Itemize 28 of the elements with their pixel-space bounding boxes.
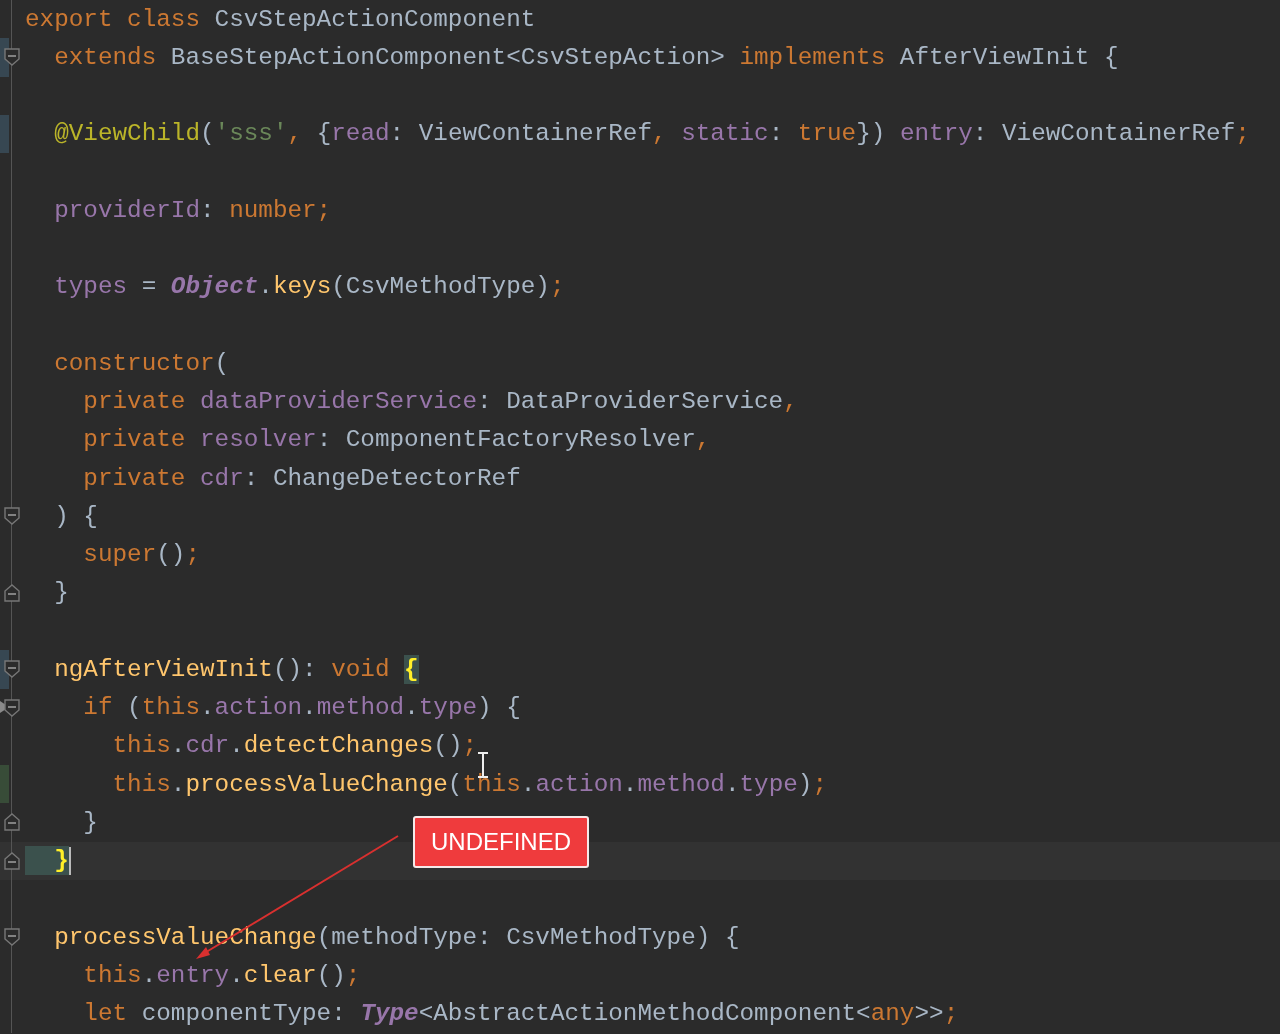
code-line: extends BaseStepActionComponent<CsvStepAction> implements AfterViewInit {	[53, 42, 1119, 72]
code-line: @ViewChild('sss', {read: ViewContainerRef, static: true}) entry: ViewContainerRef;	[53, 119, 1250, 149]
fold-icon[interactable]	[4, 507, 20, 526]
unfold-icon[interactable]	[4, 813, 20, 832]
code-line: types = Object.keys(CsvMethodType);	[53, 272, 565, 302]
unfold-icon[interactable]	[4, 851, 20, 870]
code-line: private cdr: ChangeDetectorRef	[82, 463, 521, 493]
code-line: if (this.action.method.type) {	[82, 693, 521, 723]
code-line: super();	[82, 540, 200, 570]
code-line: ngAfterViewInit(): void {	[53, 654, 419, 684]
code-line: }	[82, 807, 98, 837]
code-line: private resolver: ComponentFactoryResolver,	[82, 425, 711, 455]
code-line: this.processValueChange(this.action.method.type);	[111, 769, 828, 799]
unfold-icon[interactable]	[4, 583, 20, 602]
code-line: let componentType: Type<AbstractActionMethodComponent<any>>;	[82, 999, 959, 1029]
code-line: private dataProviderService: DataProviderService,	[82, 387, 798, 417]
fold-icon[interactable]	[4, 698, 20, 717]
code-line: }	[53, 578, 69, 608]
fold-icon[interactable]	[4, 48, 20, 67]
callout-label: UNDEFINED	[413, 816, 589, 868]
code-line: this.entry.clear();	[82, 960, 361, 990]
fold-icon[interactable]	[4, 928, 20, 946]
code-line: constructor(	[53, 348, 230, 378]
code-line: providerId: number;	[53, 195, 332, 225]
code-line: export class CsvStepActionComponent	[25, 4, 536, 34]
code-line: ) {	[53, 501, 98, 531]
code-line: this.cdr.detectChanges();	[111, 731, 478, 761]
fold-icon[interactable]	[4, 660, 20, 679]
